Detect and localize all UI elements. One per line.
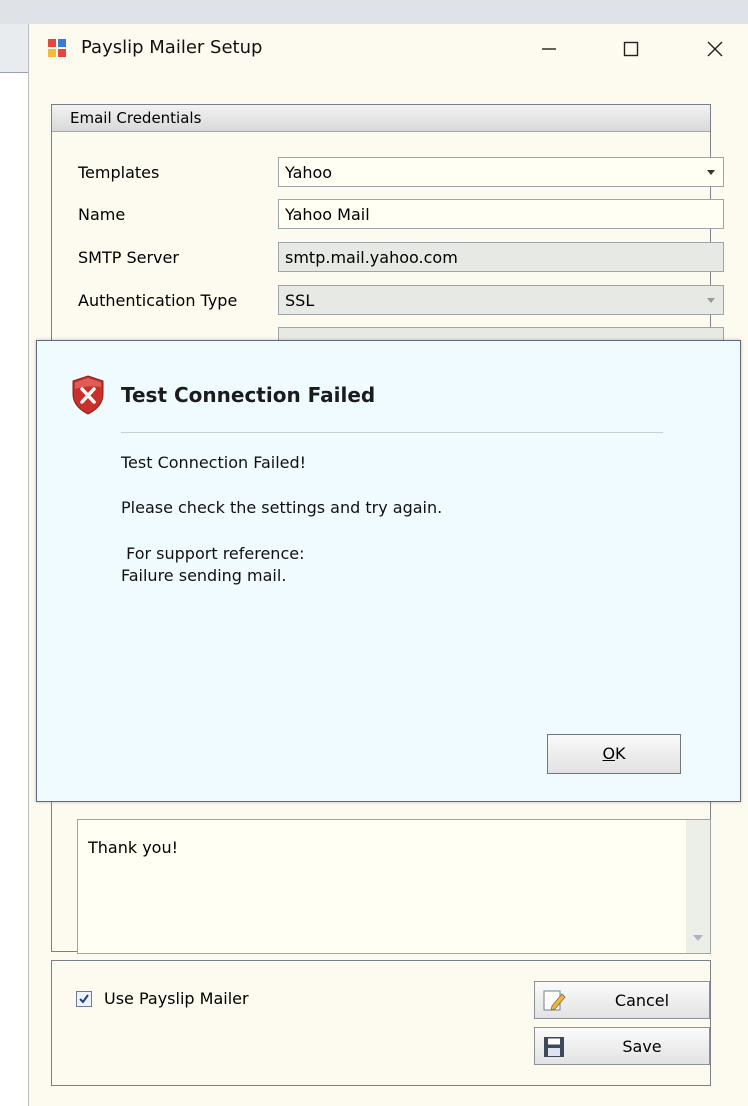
authentication-type-label: Authentication Type	[78, 291, 238, 310]
ok-label-suffix: K	[615, 744, 626, 763]
error-shield-icon	[71, 375, 105, 419]
use-payslip-mailer-checkbox[interactable]	[76, 991, 92, 1007]
name-value: Yahoo Mail	[285, 205, 370, 224]
name-label: Name	[78, 205, 126, 224]
minimize-button[interactable]	[529, 28, 569, 70]
smtp-server-field[interactable]: smtp.mail.yahoo.com	[278, 242, 724, 272]
cancel-button[interactable]: Cancel	[534, 981, 710, 1019]
maximize-button[interactable]	[611, 28, 651, 70]
use-payslip-mailer-label[interactable]: Use Payslip Mailer	[104, 989, 249, 1008]
test-connection-failed-dialog: Test Connection Failed Test Connection F…	[36, 340, 741, 802]
background-window-edge	[0, 24, 28, 73]
dialog-title: Test Connection Failed	[121, 383, 376, 407]
smtp-server-value: smtp.mail.yahoo.com	[285, 248, 458, 267]
ok-button[interactable]: OK	[547, 734, 681, 774]
ok-accelerator: O	[602, 744, 616, 763]
group-header: Email Credentials	[52, 105, 710, 132]
save-label: Save	[622, 1037, 662, 1056]
templates-select[interactable]: Yahoo	[278, 157, 724, 187]
footer-group: Use Payslip Mailer Cancel Save	[51, 960, 711, 1086]
close-button[interactable]	[695, 28, 735, 70]
dialog-separator	[121, 432, 663, 433]
window-title: Payslip Mailer Setup	[81, 37, 263, 58]
authentication-type-value: SSL	[285, 291, 315, 310]
dialog-message-line: For support reference:	[121, 544, 305, 563]
chevron-down-icon	[707, 298, 715, 303]
message-scrollbar[interactable]	[686, 820, 710, 953]
title-bar[interactable]: Payslip Mailer Setup	[29, 24, 748, 74]
smtp-server-label: SMTP Server	[78, 248, 179, 267]
cancel-label: Cancel	[614, 991, 670, 1010]
desktop-background	[0, 0, 748, 24]
templates-label: Templates	[78, 163, 160, 182]
templates-value: Yahoo	[285, 163, 333, 182]
save-button[interactable]: Save	[534, 1027, 710, 1065]
message-body-textarea[interactable]: Thank you!	[77, 819, 711, 954]
dialog-message-line: Please check the settings and try again.	[121, 498, 443, 517]
dialog-message-line: Failure sending mail.	[121, 566, 287, 585]
mailer-app-icon	[47, 38, 67, 58]
message-body-text: Thank you!	[88, 838, 179, 857]
name-field[interactable]: Yahoo Mail	[278, 199, 724, 229]
group-title: Email Credentials	[70, 109, 202, 127]
dialog-message-line: Test Connection Failed!	[121, 453, 307, 472]
scroll-down-arrow-icon[interactable]	[693, 935, 703, 941]
authentication-type-select[interactable]: SSL	[278, 285, 724, 315]
chevron-down-icon	[707, 170, 715, 175]
